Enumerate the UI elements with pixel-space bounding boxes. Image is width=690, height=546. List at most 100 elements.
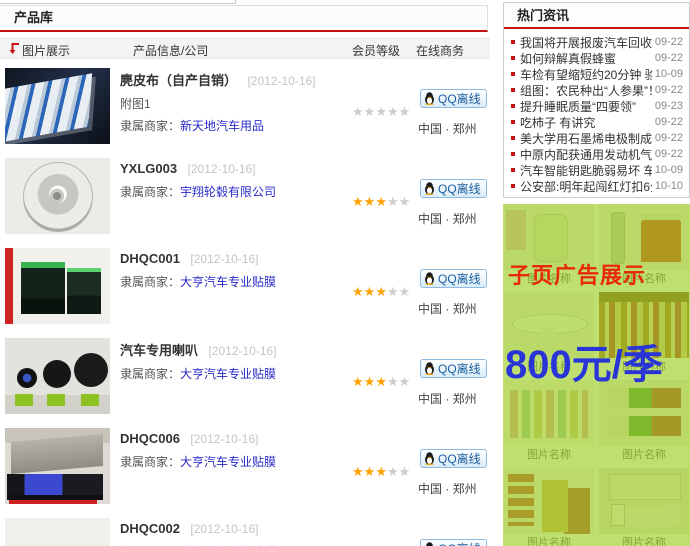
news-item-date: 09-22: [655, 52, 683, 64]
product-date: [2012-10-16]: [208, 344, 276, 358]
news-item[interactable]: 汽车智能钥匙脆弱易坏 车主需 10-09: [511, 162, 683, 178]
qq-status-button[interactable]: QQ离线: [420, 269, 487, 288]
qq-penguin-icon: [424, 272, 435, 285]
news-item[interactable]: 组图：农民种出“人参果”！ 09-22: [511, 82, 683, 98]
product-date: [2012-10-16]: [247, 74, 315, 88]
news-item[interactable]: 车检有望缩短约20分钟 验车将 10-09: [511, 66, 683, 82]
news-item-title[interactable]: 提升睡眠质量“四要领”: [520, 98, 652, 115]
qq-status-button[interactable]: QQ离线: [420, 359, 487, 378]
news-item-date: 09-22: [655, 84, 683, 96]
product-title-line: DHQC006 [2012-10-16]: [120, 430, 355, 448]
bullet-icon: [511, 56, 515, 60]
qq-status-button[interactable]: QQ离线: [420, 539, 487, 546]
news-item-date: 10-10: [655, 180, 683, 192]
product-title-line: 汽车专用喇叭 [2012-10-16]: [120, 340, 355, 360]
hot-news-box: 热门资讯 我国将开展报废汽车回收拆解 09-22 如何辩解真假蜂蜜 09-22: [503, 2, 690, 198]
product-row: 麂皮布（自产自销） [2012-10-16] 附图1 隶属商家：新天地汽车用品 …: [0, 62, 490, 152]
product-title-line: 麂皮布（自产自销） [2012-10-16]: [120, 70, 355, 90]
news-item-title[interactable]: 中原内配获通用发动机气缸套: [520, 146, 652, 163]
column-header-online-business: 在线商务: [416, 42, 464, 59]
product-merchant-line: 隶属商家：宇翔轮毂有限公司: [120, 183, 355, 200]
news-item-title[interactable]: 组图：农民种出“人参果”！: [520, 82, 652, 99]
product-title[interactable]: DHQC002: [120, 521, 180, 536]
product-date: [2012-10-16]: [190, 432, 258, 446]
news-item-title[interactable]: 我国将开展报废汽车回收拆解: [520, 34, 652, 51]
product-image[interactable]: [5, 158, 110, 234]
news-item-title[interactable]: 如何辩解真假蜂蜜: [520, 50, 652, 67]
news-item[interactable]: 吃柿子 有讲究 09-22: [511, 114, 683, 130]
product-info: DHQC001 [2012-10-16] 隶属商家：大亨汽车专业贴膜: [120, 250, 355, 290]
product-image[interactable]: [5, 248, 110, 324]
product-date: [2012-10-16]: [190, 522, 258, 536]
product-library-header: 产品库: [0, 5, 488, 32]
product-list: 麂皮布（自产自销） [2012-10-16] 附图1 隶属商家：新天地汽车用品 …: [0, 62, 490, 546]
merchant-link[interactable]: 宇翔轮毂有限公司: [180, 185, 276, 199]
category-arrow-icon: [9, 43, 20, 55]
product-image[interactable]: [5, 518, 110, 546]
member-level-stars: ★★★★★: [352, 464, 410, 480]
column-header-info: 产品信息/公司: [133, 42, 208, 59]
member-level-stars: ★★★★★: [352, 104, 410, 120]
product-title-line: DHQC001 [2012-10-16]: [120, 250, 355, 268]
product-title[interactable]: YXLG003: [120, 161, 177, 176]
product-table-header: 图片展示 产品信息/公司 会员等级 在线商务: [0, 38, 490, 59]
bullet-icon: [511, 168, 515, 172]
sidebar-ad-banner: 图片名称 图片名称 图片名称 图片名称: [503, 204, 690, 546]
merchant-link[interactable]: 大亨汽车专业贴膜: [180, 455, 276, 469]
column-header-image: 图片展示: [22, 42, 70, 59]
product-image[interactable]: [5, 68, 110, 144]
bullet-icon: [511, 88, 515, 92]
bullet-icon: [511, 40, 515, 44]
member-level-stars: ★★★★★: [352, 194, 410, 210]
bullet-icon: [511, 152, 515, 156]
merchant-link[interactable]: 新天地汽车用品: [180, 119, 264, 133]
qq-penguin-icon: [424, 542, 435, 546]
member-level-stars: ★★★★★: [352, 284, 410, 300]
product-title[interactable]: 汽车专用喇叭: [120, 343, 198, 358]
news-item-title[interactable]: 车检有望缩短约20分钟 验车将: [520, 66, 652, 83]
bullet-icon: [511, 104, 515, 108]
product-location: 中国 · 郑州: [418, 210, 477, 227]
product-title[interactable]: DHQC001: [120, 251, 180, 266]
product-image[interactable]: [5, 338, 110, 414]
news-item[interactable]: 如何辩解真假蜂蜜 09-22: [511, 50, 683, 66]
qq-status-button[interactable]: QQ离线: [420, 89, 487, 108]
product-row: DHQC002 [2012-10-16] 隶属商家：大亨汽车专业贴膜: [0, 512, 490, 546]
news-item-title[interactable]: 公安部:明年起闯红灯扣6分 挡: [520, 178, 652, 195]
product-row: 汽车专用喇叭 [2012-10-16] 隶属商家：大亨汽车专业贴膜 ★★★★★: [0, 332, 490, 422]
product-title[interactable]: DHQC006: [120, 431, 180, 446]
product-merchant-line: 隶属商家：大亨汽车专业贴膜: [120, 273, 355, 290]
product-info: 汽车专用喇叭 [2012-10-16] 隶属商家：大亨汽车专业贴膜: [120, 340, 355, 382]
product-title-line: DHQC002 [2012-10-16]: [120, 520, 355, 538]
bullet-icon: [511, 120, 515, 124]
news-item-title[interactable]: 汽车智能钥匙脆弱易坏 车主需: [520, 162, 652, 179]
product-date: [2012-10-16]: [188, 162, 256, 176]
qq-status-button[interactable]: QQ离线: [420, 179, 487, 198]
product-date: [2012-10-16]: [190, 252, 258, 266]
member-level-stars: ★★★★★: [352, 374, 410, 390]
news-item[interactable]: 提升睡眠质量“四要领” 09-23: [511, 98, 683, 114]
bullet-icon: [511, 184, 515, 188]
product-info: 麂皮布（自产自销） [2012-10-16] 附图1 隶属商家：新天地汽车用品: [120, 70, 355, 134]
news-item[interactable]: 公安部:明年起闯红灯扣6分 挡 10-10: [511, 178, 683, 194]
news-item[interactable]: 中原内配获通用发动机气缸套 09-22: [511, 146, 683, 162]
qq-status-label: QQ离线: [438, 180, 481, 197]
news-item[interactable]: 我国将开展报废汽车回收拆解 09-22: [511, 34, 683, 50]
product-image[interactable]: [5, 428, 110, 504]
product-title[interactable]: 麂皮布（自产自销）: [120, 73, 237, 88]
qq-status-label: QQ离线: [438, 90, 481, 107]
news-list: 我国将开展报废汽车回收拆解 09-22 如何辩解真假蜂蜜 09-22 车检有望缩…: [504, 29, 689, 194]
merchant-link[interactable]: 大亨汽车专业贴膜: [180, 367, 276, 381]
news-item-title[interactable]: 美大学用石墨烯电极制成锂电: [520, 130, 652, 147]
merchant-link[interactable]: 大亨汽车专业贴膜: [180, 275, 276, 289]
news-item[interactable]: 美大学用石墨烯电极制成锂电 09-22: [511, 130, 683, 146]
previous-section-border: [0, 0, 236, 4]
qq-penguin-icon: [424, 362, 435, 375]
product-attachment-link[interactable]: 附图1: [120, 95, 355, 112]
page: 产品库 图片展示 产品信息/公司 会员等级 在线商务 麂皮布（自产自销） [20…: [0, 0, 690, 546]
product-info: DHQC002 [2012-10-16] 隶属商家：大亨汽车专业贴膜: [120, 520, 355, 546]
product-merchant-line: 隶属商家：大亨汽车专业贴膜: [120, 453, 355, 470]
qq-status-button[interactable]: QQ离线: [420, 449, 487, 468]
news-item-title[interactable]: 吃柿子 有讲究: [520, 114, 652, 131]
ad-overlay-price: 800元/季: [505, 332, 663, 390]
